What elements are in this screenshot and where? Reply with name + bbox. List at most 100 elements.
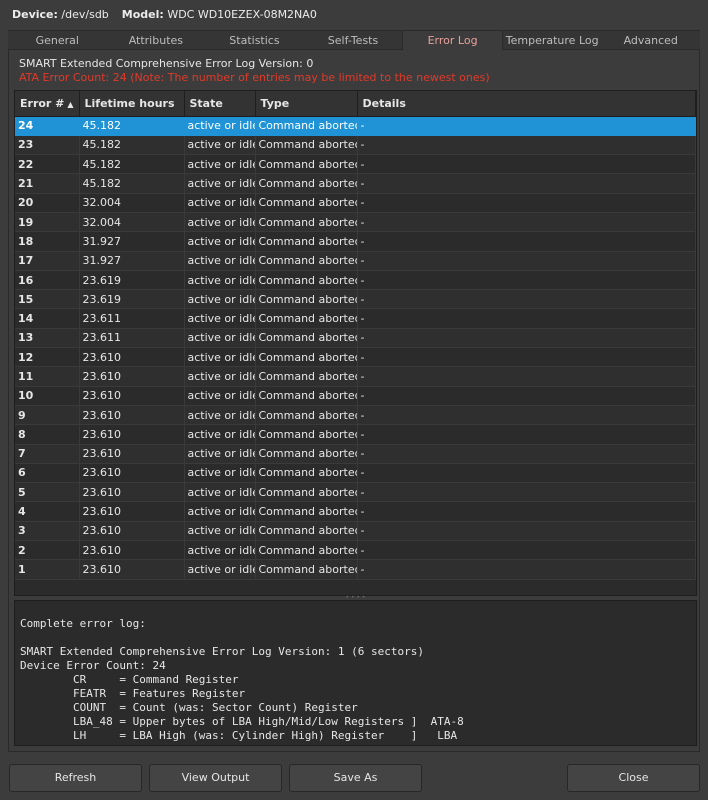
- table-row[interactable]: 10 23.610 active or idle Command aborted -: [15, 386, 696, 406]
- table-row[interactable]: 5 23.610 active or idle Command aborted -: [15, 482, 696, 503]
- table-row[interactable]: 8 23.610 active or idle Command aborted -: [15, 424, 696, 445]
- cell-error-number: 2: [15, 540, 80, 561]
- cell-details: -: [357, 308, 696, 329]
- cell-state: active or idle: [184, 501, 256, 522]
- tab-attributes[interactable]: Attributes: [106, 30, 206, 50]
- table-row[interactable]: 9 23.610 active or idle Command aborted -: [15, 405, 696, 426]
- table-row[interactable]: 14 23.611 active or idle Command aborted -: [15, 308, 696, 329]
- tab-general[interactable]: General: [8, 30, 107, 50]
- model-label: Model:: [121, 8, 164, 21]
- cell-lifetime-hours: 23.610: [79, 366, 185, 387]
- table-row[interactable]: 17 31.927 active or idle Command aborted -: [15, 251, 696, 271]
- tab-error-log[interactable]: Error Log: [402, 30, 503, 50]
- cell-type: Command aborted: [255, 424, 358, 445]
- table-row[interactable]: 21 45.182 active or idle Command aborted -: [15, 173, 696, 194]
- table-row[interactable]: 19 32.004 active or idle Command aborted -: [15, 212, 696, 233]
- cell-state: active or idle: [184, 251, 256, 271]
- cell-details: -: [357, 559, 696, 580]
- cell-lifetime-hours: 45.182: [79, 173, 185, 194]
- column-header-state[interactable]: State: [184, 91, 256, 117]
- cell-state: active or idle: [184, 231, 256, 252]
- cell-type: Command aborted: [255, 347, 358, 368]
- cell-details: -: [357, 405, 696, 426]
- table-row[interactable]: 11 23.610 active or idle Command aborted -: [15, 366, 696, 387]
- cell-state: active or idle: [184, 173, 256, 194]
- cell-details: -: [357, 521, 696, 542]
- table-row[interactable]: 23 45.182 active or idle Command aborted -: [15, 135, 696, 156]
- tab-temperature-log[interactable]: Temperature Log: [502, 30, 602, 50]
- column-header-type[interactable]: Type: [255, 91, 358, 117]
- table-row[interactable]: 1 23.610 active or idle Command aborted -: [15, 559, 696, 580]
- cell-error-number: 23: [15, 135, 80, 156]
- close-button[interactable]: Close: [567, 764, 700, 792]
- log-line: LBA_48 = Upper bytes of LBA High/Mid/Low…: [20, 715, 464, 728]
- cell-details: -: [357, 424, 696, 445]
- table-row[interactable]: 18 31.927 active or idle Command aborted -: [15, 231, 696, 252]
- cell-lifetime-hours: 23.619: [79, 289, 185, 310]
- cell-details: -: [357, 482, 696, 503]
- cell-error-number: 3: [15, 521, 80, 542]
- error-count-warning: ATA Error Count: 24 (Note: The number of…: [19, 71, 490, 84]
- log-line: SMART Extended Comprehensive Error Log V…: [20, 645, 424, 658]
- cell-state: active or idle: [184, 154, 256, 175]
- tab-advanced[interactable]: Advanced: [601, 30, 701, 50]
- table-row[interactable]: 22 45.182 active or idle Command aborted -: [15, 154, 696, 175]
- cell-details: -: [357, 444, 696, 464]
- sort-ascending-icon: ▲: [67, 99, 74, 109]
- cell-lifetime-hours: 23.610: [79, 482, 185, 503]
- table-row[interactable]: 2 23.610 active or idle Command aborted -: [15, 540, 696, 561]
- cell-state: active or idle: [184, 289, 256, 310]
- cell-details: -: [357, 347, 696, 368]
- model-value: WDC WD10EZEX-08M2NA0: [167, 8, 317, 21]
- cell-details: -: [357, 501, 696, 522]
- cell-details: -: [357, 154, 696, 175]
- column-header-lifetime-hours[interactable]: Lifetime hours: [79, 91, 185, 117]
- cell-state: active or idle: [184, 463, 256, 484]
- table-row[interactable]: 6 23.610 active or idle Command aborted -: [15, 463, 696, 484]
- complete-error-log-text: Complete error log: SMART Extended Compre…: [20, 617, 696, 745]
- cell-details: -: [357, 463, 696, 484]
- table-row[interactable]: 3 23.610 active or idle Command aborted -: [15, 521, 696, 542]
- cell-state: active or idle: [184, 308, 256, 329]
- view-output-button[interactable]: View Output: [149, 764, 282, 792]
- cell-error-number: 22: [15, 154, 80, 175]
- table-row[interactable]: 15 23.619 active or idle Command aborted -: [15, 289, 696, 310]
- table-row[interactable]: 24 45.182 active or idle Command aborted -: [15, 116, 696, 136]
- table-row[interactable]: 12 23.610 active or idle Command aborted -: [15, 347, 696, 368]
- table-row[interactable]: 7 23.610 active or idle Command aborted -: [15, 444, 696, 464]
- cell-state: active or idle: [184, 135, 256, 156]
- column-header-details[interactable]: Details: [357, 91, 696, 117]
- table-row[interactable]: 13 23.611 active or idle Command aborted -: [15, 328, 696, 349]
- cell-type: Command aborted: [255, 482, 358, 503]
- cell-lifetime-hours: 23.611: [79, 328, 185, 349]
- table-row[interactable]: 16 23.619 active or idle Command aborted -: [15, 270, 696, 291]
- log-line: LH = LBA High (was: Cylinder High) Regis…: [20, 729, 458, 742]
- cell-type: Command aborted: [255, 154, 358, 175]
- cell-type: Command aborted: [255, 116, 358, 136]
- cell-lifetime-hours: 31.927: [79, 251, 185, 271]
- cell-type: Command aborted: [255, 270, 358, 291]
- cell-type: Command aborted: [255, 193, 358, 213]
- tab-self-tests[interactable]: Self-Tests: [303, 30, 403, 50]
- tab-statistics[interactable]: Statistics: [205, 30, 304, 50]
- table-row[interactable]: 20 32.004 active or idle Command aborted -: [15, 193, 696, 213]
- cell-state: active or idle: [184, 328, 256, 349]
- complete-error-log-view[interactable]: Complete error log: SMART Extended Compre…: [14, 600, 697, 746]
- cell-state: active or idle: [184, 386, 256, 406]
- cell-type: Command aborted: [255, 444, 358, 464]
- cell-details: -: [357, 173, 696, 194]
- error-table[interactable]: Error # ▲ Lifetime hours State Type Detai…: [14, 90, 697, 596]
- save-as-button[interactable]: Save As: [289, 764, 422, 792]
- cell-details: -: [357, 251, 696, 271]
- cell-type: Command aborted: [255, 212, 358, 233]
- column-header-error-number[interactable]: Error # ▲: [15, 91, 80, 117]
- cell-state: active or idle: [184, 212, 256, 233]
- cell-state: active or idle: [184, 270, 256, 291]
- table-row[interactable]: 4 23.610 active or idle Command aborted -: [15, 501, 696, 522]
- cell-type: Command aborted: [255, 405, 358, 426]
- cell-details: -: [357, 116, 696, 136]
- refresh-button[interactable]: Refresh: [9, 764, 142, 792]
- cell-error-number: 18: [15, 231, 80, 252]
- cell-type: Command aborted: [255, 501, 358, 522]
- cell-error-number: 8: [15, 424, 80, 445]
